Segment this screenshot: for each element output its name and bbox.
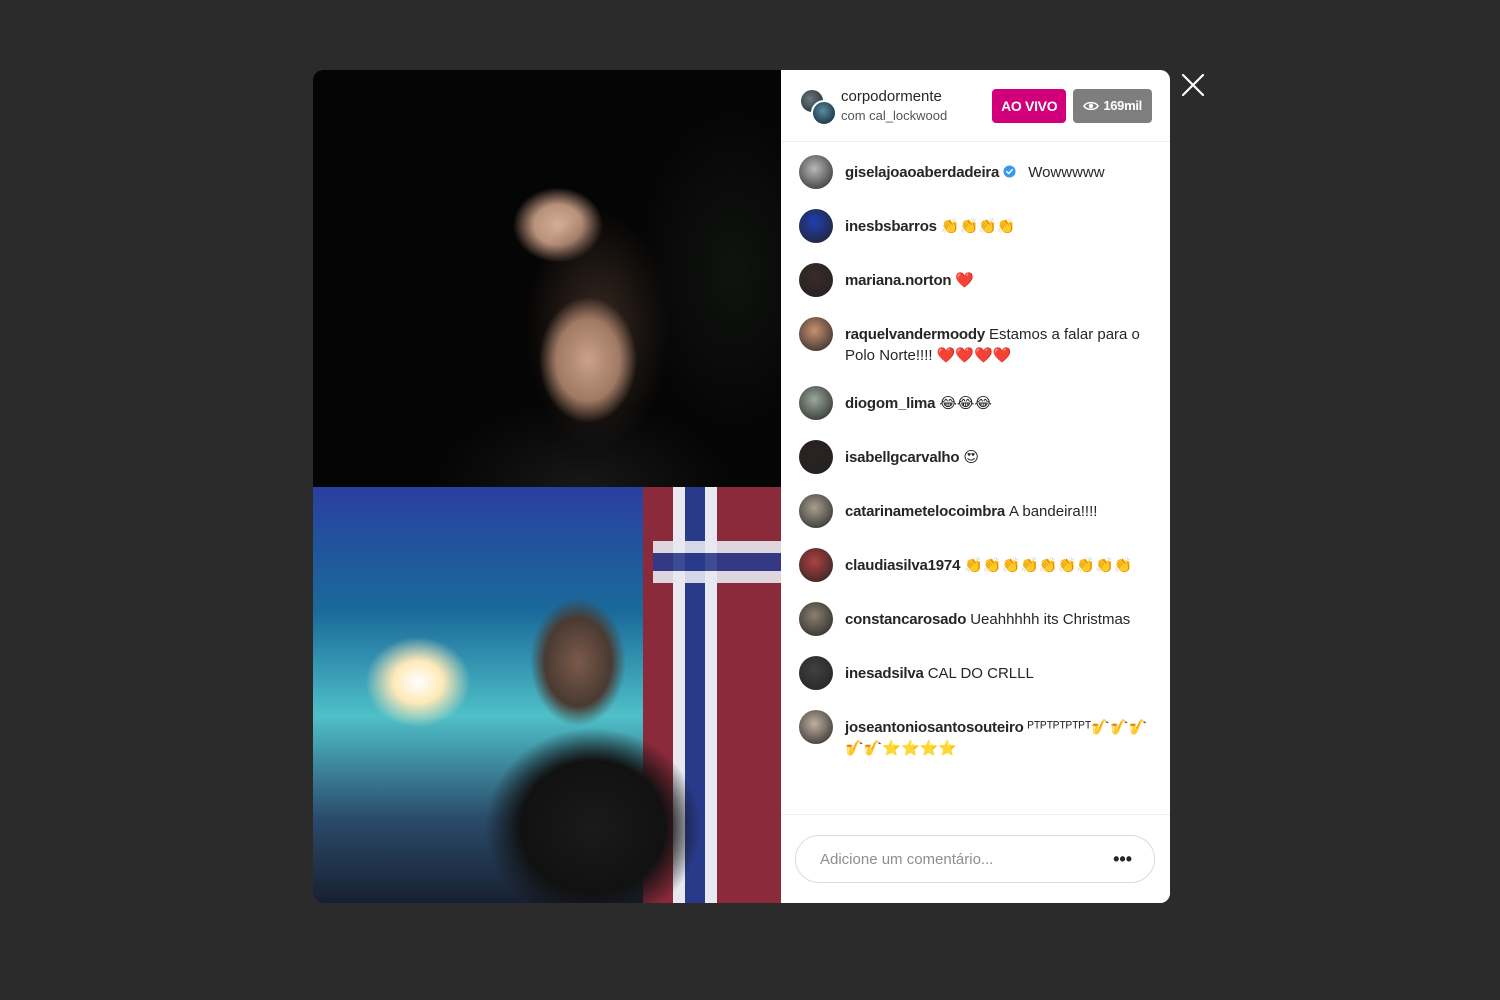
comment-body: claudiasilva1974 👏👏👏👏👏👏👏👏👏 (845, 548, 1132, 576)
host-video[interactable] (313, 70, 781, 487)
comment-username[interactable]: inesbsbarros (845, 218, 937, 235)
comment-username[interactable]: inesadsilva (845, 665, 924, 682)
comment-username[interactable]: giselajoaoaberdadeira (845, 164, 999, 181)
comment-body: constancarosado Ueahhhhh its Christmas (845, 602, 1130, 630)
guest-video[interactable] (313, 487, 781, 903)
comment-item: diogom_lima 😂😂😂 (799, 386, 1152, 420)
comment-username[interactable]: raquelvandermoody (845, 326, 985, 343)
guest-avatar (811, 99, 837, 126)
comment-input[interactable] (818, 849, 1114, 869)
comment-username[interactable]: catarinametelocoimbra (845, 503, 1005, 520)
comment-text: ❤️ (955, 272, 975, 289)
comment-avatar[interactable] (799, 386, 833, 420)
host-info: corpodormente com cal_lockwood (841, 88, 992, 123)
comment-avatar[interactable] (799, 209, 833, 243)
comment-item: inesadsilva CAL DO CRLLL (799, 656, 1152, 690)
live-modal: corpodormente com cal_lockwood AO VIVO 1… (313, 70, 1170, 903)
comment-item: joseantoniosantosouteiro ᴾᵀᴾᵀᴾᵀᴾᵀᴾᵀ🎷🎷🎷🎷🎷⭐… (799, 710, 1152, 759)
comment-item: catarinametelocoimbra A bandeira!!!! (799, 494, 1152, 528)
comment-text: 👏👏👏👏 (940, 218, 1016, 235)
host-username[interactable]: corpodormente (841, 88, 992, 105)
comment-body: mariana.norton ❤️ (845, 263, 974, 291)
verified-badge-icon (1003, 165, 1016, 178)
comment-username[interactable]: isabellgcarvalho (845, 449, 960, 466)
live-header: corpodormente com cal_lockwood AO VIVO 1… (781, 70, 1170, 142)
comment-body: diogom_lima 😂😂😂 (845, 386, 992, 414)
comment-username[interactable]: claudiasilva1974 (845, 557, 960, 574)
comments-list: giselajoaoaberdadeira Wowwwww inesbsbarros… (781, 142, 1170, 814)
guest-label: com cal_lockwood (841, 108, 948, 123)
close-icon (1181, 73, 1205, 97)
close-button[interactable] (1178, 70, 1208, 100)
comment-body: joseantoniosantosouteiro ᴾᵀᴾᵀᴾᵀᴾᵀᴾᵀ🎷🎷🎷🎷🎷⭐… (845, 710, 1152, 759)
comment-avatar[interactable] (799, 710, 833, 744)
live-badge: AO VIVO (992, 88, 1067, 123)
viewer-count: 169mil (1103, 97, 1142, 113)
comment-username[interactable]: mariana.norton (845, 272, 952, 289)
eye-icon (1083, 101, 1100, 110)
comment-body: isabellgcarvalho 😍 (845, 440, 979, 468)
comment-text: CAL DO CRLLL (927, 665, 1034, 682)
comment-item: raquelvandermoody Estamos a falar para o … (799, 317, 1152, 366)
comment-avatar[interactable] (799, 656, 833, 690)
comment-text: 👏👏👏👏👏👏👏👏👏 (964, 557, 1133, 574)
comment-text: 😍 (963, 449, 979, 466)
comment-item: mariana.norton ❤️ (799, 263, 1152, 297)
comment-text: Ueahhhhh its Christmas (970, 611, 1131, 628)
comment-item: inesbsbarros 👏👏👏👏 (799, 209, 1152, 243)
comment-username[interactable]: constancarosado (845, 611, 966, 628)
comment-body: giselajoaoaberdadeira Wowwwww (845, 155, 1105, 183)
comment-item: isabellgcarvalho 😍 (799, 440, 1152, 474)
comment-avatar[interactable] (799, 602, 833, 636)
comment-avatar[interactable] (799, 263, 833, 297)
comment-avatar[interactable] (799, 440, 833, 474)
host-avatars[interactable] (799, 87, 837, 126)
live-video-area (313, 70, 781, 903)
comment-text: Wowwwww (1028, 164, 1105, 181)
comment-avatar[interactable] (799, 317, 833, 351)
comment-avatar[interactable] (799, 494, 833, 528)
more-options-button[interactable]: ••• (1113, 850, 1132, 868)
comment-avatar[interactable] (799, 155, 833, 189)
comment-body: inesadsilva CAL DO CRLLL (845, 656, 1034, 684)
comment-item: claudiasilva1974 👏👏👏👏👏👏👏👏👏 (799, 548, 1152, 582)
comment-avatar[interactable] (799, 548, 833, 582)
live-sidebar: corpodormente com cal_lockwood AO VIVO 1… (781, 70, 1170, 903)
comment-footer: ••• (781, 814, 1170, 903)
comment-body: catarinametelocoimbra A bandeira!!!! (845, 494, 1097, 522)
comment-username[interactable]: joseantoniosantosouteiro (845, 719, 1024, 736)
comment-username[interactable]: diogom_lima (845, 395, 936, 412)
comment-item: constancarosado Ueahhhhh its Christmas (799, 602, 1152, 636)
viewer-count-badge: 169mil (1073, 88, 1152, 123)
comment-text: A bandeira!!!! (1009, 503, 1098, 520)
comment-body: inesbsbarros 👏👏👏👏 (845, 209, 1016, 237)
comment-box: ••• (795, 835, 1155, 883)
comment-text: 😂😂😂 (939, 395, 992, 412)
comment-body: raquelvandermoody Estamos a falar para o … (845, 317, 1152, 366)
comment-item: giselajoaoaberdadeira Wowwwww (799, 155, 1152, 189)
